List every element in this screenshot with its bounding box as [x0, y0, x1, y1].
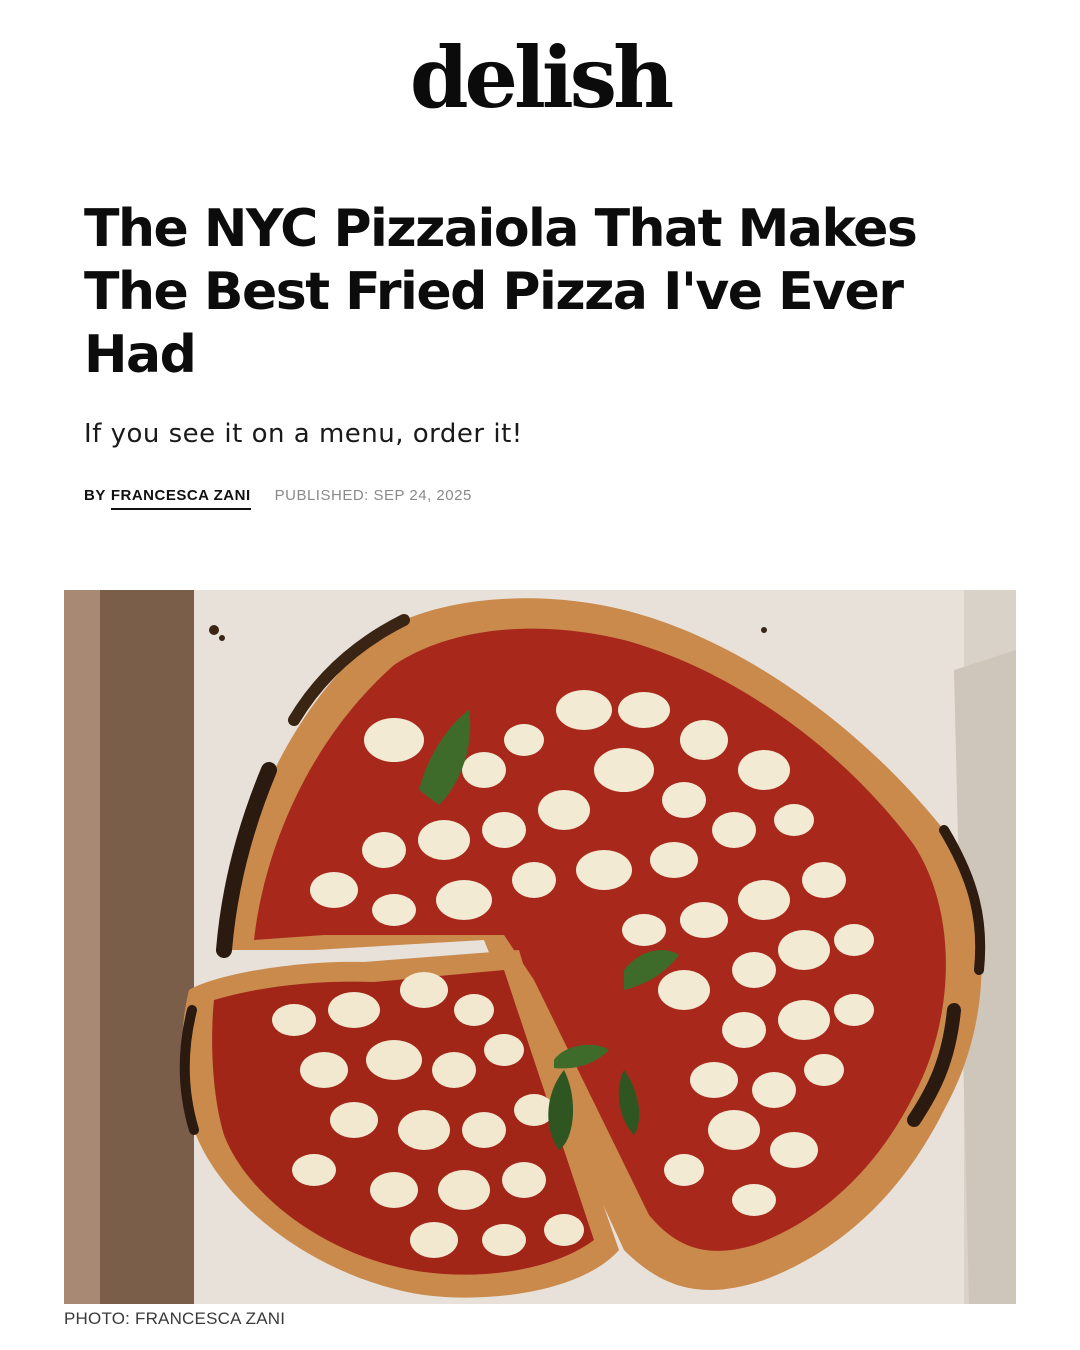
- hero-image: [64, 590, 1016, 1304]
- article-headline: The NYC Pizzaiola That Makes The Best Fr…: [84, 199, 918, 385]
- site-logo[interactable]: delish: [0, 36, 1080, 120]
- published-date: PUBLISHED: SEP 24, 2025: [274, 487, 472, 504]
- byline: BY FRANCESCA ZANI PUBLISHED: SEP 24, 202…: [84, 486, 472, 510]
- byline-prefix: BY: [84, 487, 106, 504]
- author-link[interactable]: FRANCESCA ZANI: [110, 486, 251, 510]
- article-dek: If you see it on a menu, order it!: [84, 419, 523, 449]
- pizza-photo: [64, 590, 1016, 1304]
- photo-credit: PHOTO: FRANCESCA ZANI: [64, 1309, 286, 1328]
